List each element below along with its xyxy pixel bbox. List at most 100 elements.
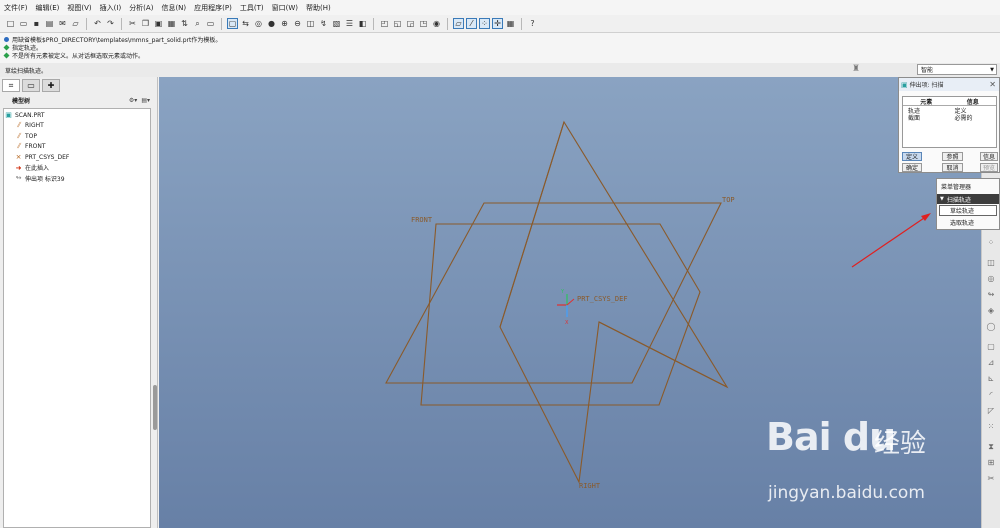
- email-icon[interactable]: ✉: [57, 18, 68, 29]
- model-tree-header: 模型树 ⚙▾ ▤▾: [2, 94, 154, 107]
- menu-analysis[interactable]: 分析(A): [125, 3, 157, 13]
- tree-settings-icon[interactable]: ⚙▾: [129, 97, 137, 104]
- folder-browser-tab-icon[interactable]: ▭: [22, 79, 40, 92]
- preview-button[interactable]: 预览: [980, 163, 998, 172]
- tree-item-right[interactable]: ⫽ RIGHT: [4, 121, 150, 132]
- tree-show-icon[interactable]: ▤▾: [141, 97, 150, 104]
- datum-axes-icon[interactable]: ⁄: [466, 18, 477, 29]
- datum-points-icon[interactable]: ⁘: [479, 18, 490, 29]
- csys-icon: ⨯: [15, 153, 22, 162]
- info-button[interactable]: 信息: [980, 152, 998, 161]
- view-manager-icon[interactable]: ◧: [357, 18, 368, 29]
- datum-plane-right-back[interactable]: [499, 121, 728, 388]
- sweep-tool-icon[interactable]: ↬: [985, 289, 997, 301]
- open-folder-icon[interactable]: ▭: [18, 18, 29, 29]
- datum-plane-front[interactable]: [420, 223, 701, 406]
- layers-icon[interactable]: ☰: [344, 18, 355, 29]
- selection-box-icon[interactable]: ▭: [205, 18, 216, 29]
- rib-tool-icon[interactable]: ⊿: [985, 357, 997, 369]
- undo-icon[interactable]: ↶: [92, 18, 103, 29]
- toolbar-divider: [221, 17, 222, 30]
- redo-icon[interactable]: ↷: [105, 18, 116, 29]
- menu-view[interactable]: 视图(V): [63, 3, 95, 13]
- revolve-tool-icon[interactable]: ◎: [985, 273, 997, 285]
- tree-item-top[interactable]: ⫽ TOP: [4, 131, 150, 142]
- saved-views-icon[interactable]: ▧: [331, 18, 342, 29]
- annotations-icon[interactable]: ▦: [505, 18, 516, 29]
- prompt-bullet-icon: [3, 43, 10, 51]
- model-tree-tab-icon[interactable]: ⌗: [2, 79, 20, 92]
- zoom-out-icon[interactable]: ⊖: [292, 18, 303, 29]
- define-button[interactable]: 定义: [902, 152, 922, 161]
- extrude-tool-icon[interactable]: ◫: [985, 257, 997, 269]
- coordinate-systems-icon[interactable]: ✛: [492, 18, 503, 29]
- tree-item-insert-here[interactable]: ➜ 在此插入: [4, 163, 150, 174]
- menu-file[interactable]: 文件(F): [0, 3, 32, 13]
- menu-info[interactable]: 信息(N): [157, 3, 190, 13]
- favorites-tab-icon[interactable]: ✚: [42, 79, 60, 92]
- wireframe-icon[interactable]: ◰: [379, 18, 390, 29]
- paste-special-icon[interactable]: ▦: [166, 18, 177, 29]
- model-tree: ▣ SCAN.PRT ⫽ RIGHT ⫽ TOP ⫽ FRONT ⨯ PRT_C…: [3, 108, 151, 528]
- menu-section-sweep-trajectory[interactable]: ▼ 扫描轨迹: [937, 194, 999, 204]
- display-mode-icon[interactable]: ▢: [227, 18, 238, 29]
- send-icon[interactable]: ▱: [70, 18, 81, 29]
- panel-resize-handle[interactable]: [153, 385, 157, 430]
- blend-tool-icon[interactable]: ◈: [985, 305, 997, 317]
- shell-tool-icon[interactable]: ▢: [985, 341, 997, 353]
- shaded-icon[interactable]: ◳: [418, 18, 429, 29]
- tree-item-protrusion[interactable]: ↬ 伸出项 标识39: [4, 173, 150, 184]
- tree-item-part[interactable]: ▣ SCAN.PRT: [4, 110, 150, 121]
- element-row[interactable]: 截面 必需的: [903, 113, 996, 122]
- paste-icon[interactable]: ▣: [153, 18, 164, 29]
- reference-button[interactable]: 参照: [942, 152, 963, 161]
- find-icon[interactable]: ⌕: [192, 18, 203, 29]
- enhanced-realism-icon[interactable]: ◉: [431, 18, 442, 29]
- no-hidden-icon[interactable]: ◲: [405, 18, 416, 29]
- cancel-button[interactable]: 取消: [942, 163, 963, 172]
- cut-icon[interactable]: ✂: [127, 18, 138, 29]
- hole-tool-icon[interactable]: ◯: [985, 321, 997, 333]
- menu-window[interactable]: 窗口(W): [268, 3, 302, 13]
- ok-button[interactable]: 确定: [902, 163, 922, 172]
- mirror-tool-icon[interactable]: ⧗: [985, 441, 997, 453]
- merge-tool-icon[interactable]: ⊞: [985, 457, 997, 469]
- hidden-line-icon[interactable]: ◱: [392, 18, 403, 29]
- print-icon[interactable]: ▤: [44, 18, 55, 29]
- new-file-icon[interactable]: □: [5, 18, 16, 29]
- spin-center-icon[interactable]: ⇆: [240, 18, 251, 29]
- orient-icon[interactable]: ◎: [253, 18, 264, 29]
- pattern-tool-icon[interactable]: ⁙: [985, 421, 997, 433]
- shading-icon[interactable]: ●: [266, 18, 277, 29]
- trim-tool-icon[interactable]: ✂: [985, 473, 997, 485]
- regenerate-icon[interactable]: ⇅: [179, 18, 190, 29]
- callout-arrow-line: [851, 215, 928, 268]
- selection-filter-select[interactable]: 智能 ▼: [917, 64, 997, 75]
- refit-icon[interactable]: ◫: [305, 18, 316, 29]
- element-row[interactable]: 轨迹 定义: [903, 106, 996, 115]
- menu-bar: 文件(F) 编辑(E) 视图(V) 插入(I) 分析(A) 信息(N) 应用程序…: [0, 0, 1000, 15]
- column-element: 元素: [920, 99, 933, 106]
- tree-item-front[interactable]: ⫽ FRONT: [4, 142, 150, 153]
- csys-marker[interactable]: [557, 294, 575, 317]
- menu-item-sketch-trajectory[interactable]: 草绘轨迹: [939, 205, 997, 216]
- menu-help[interactable]: 帮助(H): [302, 3, 335, 13]
- menu-item-select-trajectory[interactable]: 选取轨迹: [937, 217, 999, 228]
- menu-applications[interactable]: 应用程序(P): [190, 3, 236, 13]
- menu-edit[interactable]: 编辑(E): [32, 3, 64, 13]
- close-icon[interactable]: ✕: [989, 80, 996, 89]
- draft-tool-icon[interactable]: ⊾: [985, 373, 997, 385]
- zoom-in-icon[interactable]: ⊕: [279, 18, 290, 29]
- context-help-icon[interactable]: ?: [527, 18, 538, 29]
- copy-icon[interactable]: ❐: [140, 18, 151, 29]
- datum-plane-top[interactable]: [385, 202, 722, 384]
- save-icon[interactable]: ▪: [31, 18, 42, 29]
- reorient-icon[interactable]: ↯: [318, 18, 329, 29]
- tree-item-csys[interactable]: ⨯ PRT_CSYS_DEF: [4, 152, 150, 163]
- point-tool-icon[interactable]: ⁘: [985, 237, 997, 249]
- menu-tools[interactable]: 工具(T): [236, 3, 268, 13]
- chamfer-tool-icon[interactable]: ◸: [985, 405, 997, 417]
- menu-insert[interactable]: 插入(I): [96, 3, 126, 13]
- datum-planes-icon[interactable]: ▱: [453, 18, 464, 29]
- round-tool-icon[interactable]: ◜: [985, 389, 997, 401]
